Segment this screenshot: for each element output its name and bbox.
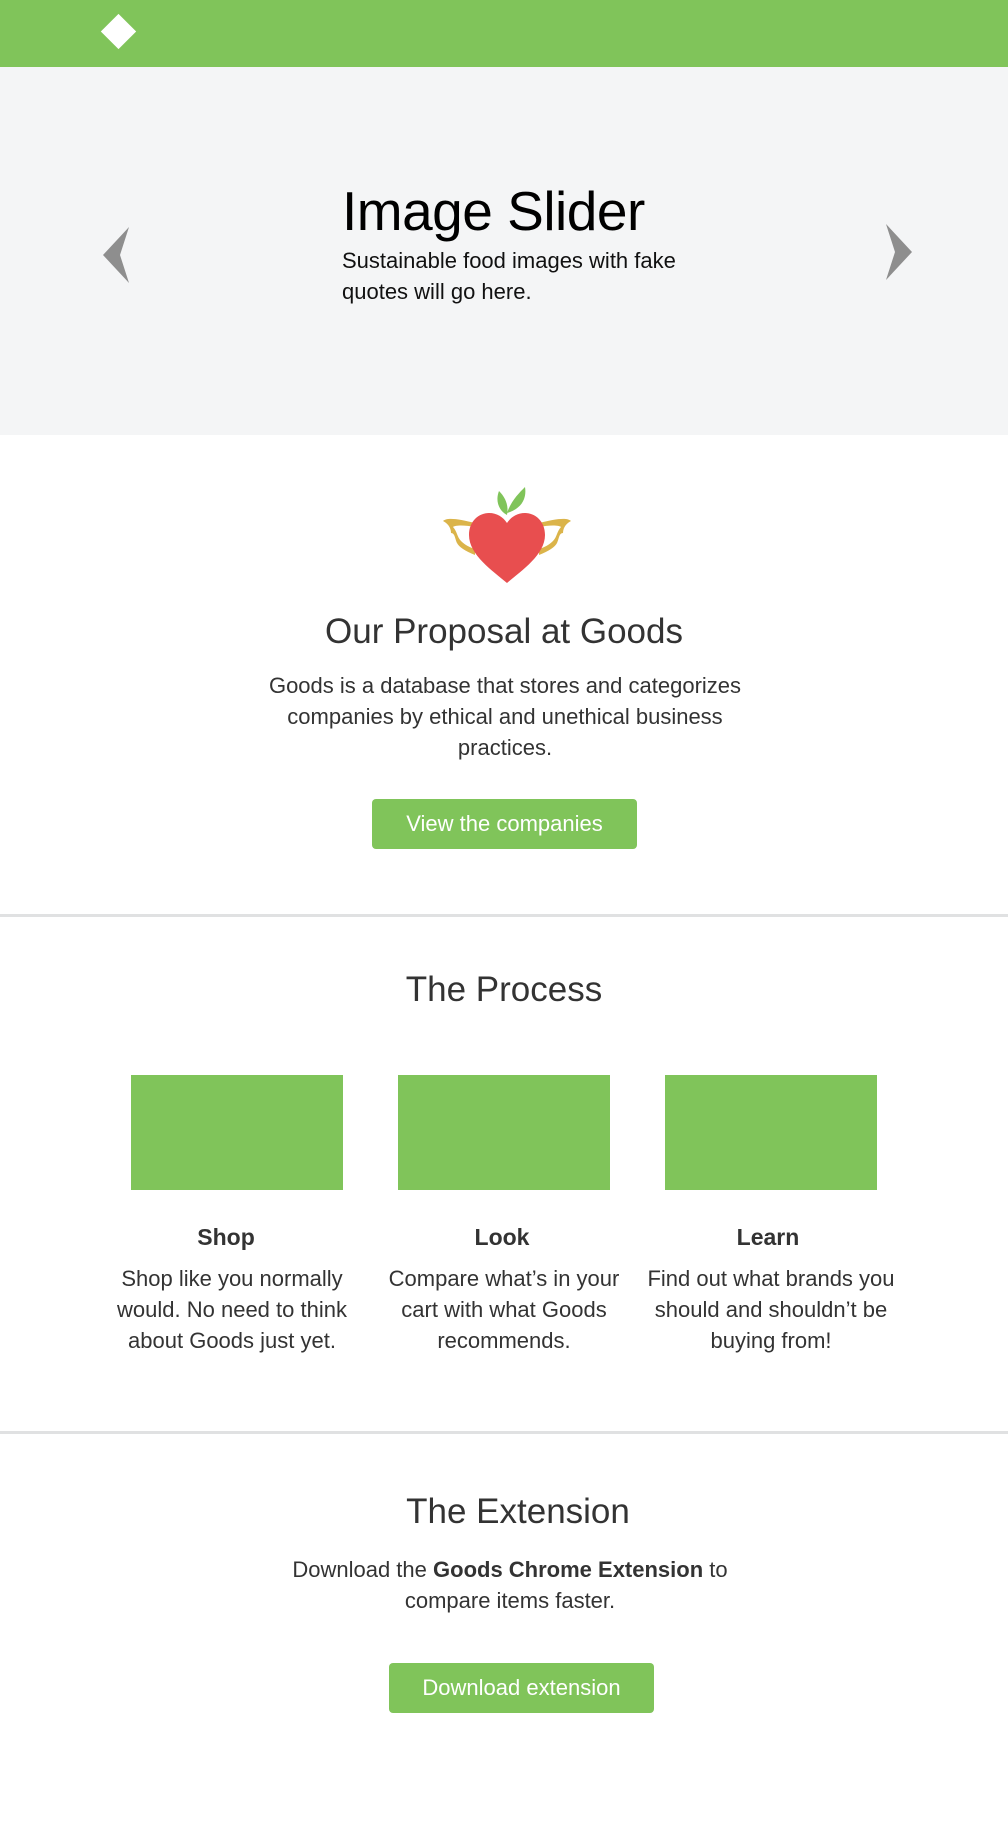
look-step-title: Look — [474, 1224, 530, 1250]
chevron-left-icon[interactable] — [103, 227, 133, 283]
top-nav-bar — [0, 0, 1008, 67]
proposal-description: Goods is a database that stores and cate… — [268, 673, 742, 760]
diamond-logo[interactable] — [100, 13, 137, 50]
slider-title: Image Slider — [342, 180, 645, 242]
download-extension-button[interactable]: Download extension — [389, 1663, 654, 1713]
section-divider — [0, 914, 1008, 917]
shop-step-title: Shop — [197, 1224, 255, 1250]
learn-step-title: Learn — [736, 1224, 800, 1250]
learn-step-text: Find out what brands you should and shou… — [647, 1266, 895, 1353]
image-slider: Image Slider Sustainable food images wit… — [0, 67, 1008, 435]
process-title: The Process — [405, 970, 603, 1009]
learn-step-image — [665, 1075, 877, 1190]
look-step-text: Compare what’s in your cart with what Go… — [388, 1266, 620, 1353]
extension-name: Goods Chrome Extension — [433, 1557, 704, 1582]
shop-step-text: Shop like you normally would. No need to… — [117, 1266, 347, 1353]
shop-step-image — [131, 1075, 343, 1190]
proposal-title: Our Proposal at Goods — [325, 612, 683, 651]
slider-caption: Image Slider Sustainable food images wit… — [342, 179, 742, 307]
chevron-right-icon[interactable] — [882, 224, 912, 280]
view-companies-button[interactable]: View the companies — [372, 799, 637, 849]
extension-title: The Extension — [406, 1492, 630, 1531]
slider-subtitle: Sustainable food images with fake quotes… — [342, 248, 676, 304]
section-divider — [0, 1431, 1008, 1434]
extension-text-before: Download the — [292, 1557, 434, 1582]
look-step-image — [398, 1075, 610, 1190]
winged-apple-heart-icon — [441, 483, 573, 587]
extension-description: Download the Goods Chrome Extension to c… — [270, 1554, 750, 1616]
